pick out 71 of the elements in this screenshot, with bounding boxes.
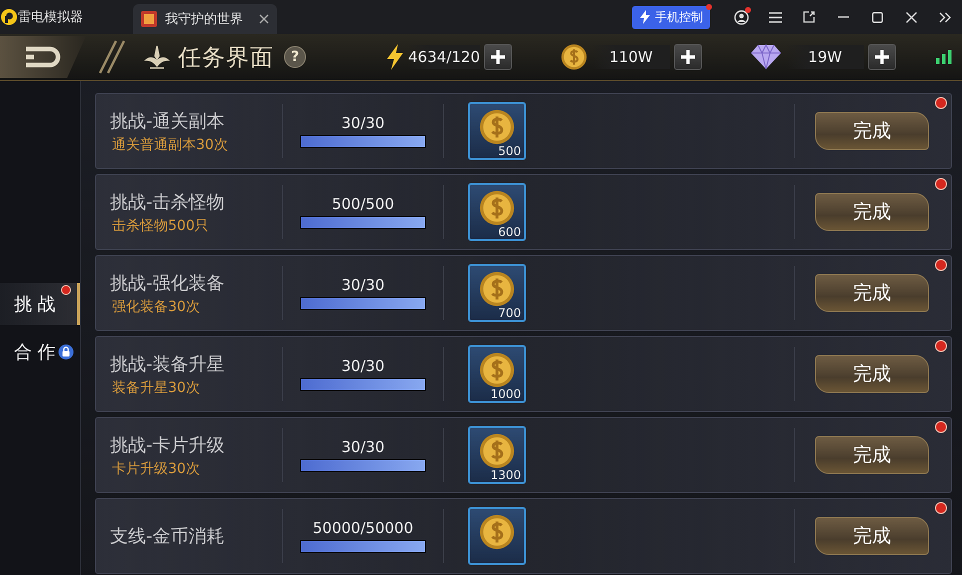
progress-text: 30/30 [341, 114, 385, 132]
help-button[interactable]: ? [284, 46, 306, 68]
signal-strength-icon [936, 50, 952, 64]
sidebar-tab[interactable]: 挑 战 [0, 283, 80, 325]
task-description: 击杀怪物500只 [111, 216, 210, 234]
coin-icon [478, 432, 516, 470]
account-icon[interactable] [734, 10, 748, 24]
close-icon[interactable] [259, 14, 269, 24]
diamond-icon [750, 44, 782, 70]
reward-slot[interactable] [468, 507, 526, 565]
reward-amount: 600 [498, 225, 521, 239]
lightning-icon [639, 10, 651, 24]
complete-button[interactable]: 完成 [815, 193, 929, 231]
add-energy-button[interactable] [484, 44, 512, 70]
coin-icon [478, 189, 516, 227]
lightning-icon [386, 44, 404, 70]
progress-text: 30/30 [341, 438, 385, 456]
task-description: 通关普通副本30次 [111, 136, 229, 154]
phone-control-button[interactable]: 手机控制 [632, 6, 710, 28]
task-title: 挑战-击杀怪物 [110, 190, 226, 214]
task-title: 挑战-强化装备 [110, 272, 226, 294]
reward-amount: 1000 [490, 387, 521, 401]
app-name: 雷电模拟器 [18, 9, 83, 26]
reward-slot[interactable]: 1000 [468, 345, 526, 403]
slash-ornament-icon [96, 39, 126, 75]
progress-text: 50000/50000 [312, 519, 414, 537]
game-thumbnail-icon [141, 11, 157, 27]
task-description: 装备升星30次 [111, 378, 201, 396]
coin-icon [478, 513, 516, 551]
minimize-icon[interactable] [838, 16, 848, 18]
energy-count: 4634/120 [408, 45, 480, 69]
reward-slot[interactable]: 600 [468, 183, 526, 241]
task-description: 强化装备30次 [111, 298, 201, 316]
window-mode-icon[interactable] [803, 11, 815, 23]
coin-icon [478, 351, 516, 389]
task-title: 支线-金币消耗 [110, 525, 226, 548]
menu-icon[interactable] [768, 12, 782, 22]
add-coins-button[interactable] [674, 44, 702, 70]
progress-text: 500/500 [332, 195, 394, 213]
progress-text: 30/30 [341, 357, 385, 375]
reward-amount: 1300 [490, 468, 521, 482]
task-title: 挑战-通关副本 [110, 110, 226, 132]
maximize-icon[interactable] [872, 12, 882, 22]
task-title: 挑战-卡片升级 [110, 434, 226, 456]
coin-icon [478, 108, 516, 146]
progress-text: 30/30 [341, 276, 385, 294]
page-title: 任务界面 [178, 44, 274, 72]
coin-icon [560, 43, 588, 71]
task-title: 挑战-装备升星 [110, 352, 226, 376]
back-button[interactable] [0, 36, 86, 78]
back-arrow-icon [23, 46, 63, 68]
complete-button[interactable]: 完成 [815, 274, 929, 312]
reward-slot[interactable]: 500 [468, 102, 526, 160]
reward-amount: 700 [498, 306, 521, 320]
complete-button[interactable]: 完成 [815, 112, 929, 150]
plus-icon [680, 49, 696, 65]
add-diamond-button[interactable] [868, 44, 896, 70]
complete-button[interactable]: 完成 [815, 517, 929, 555]
task-description: 卡片升级30次 [111, 460, 201, 478]
complete-button[interactable]: 完成 [815, 355, 929, 393]
plus-icon [874, 49, 890, 65]
expand-sidebar-icon[interactable] [939, 12, 951, 22]
coin-icon [478, 270, 516, 308]
sidebar-tab[interactable]: 合 作 [0, 331, 80, 373]
reward-slot[interactable]: 700 [468, 264, 526, 322]
fleur-emblem-icon [144, 44, 170, 70]
complete-button[interactable]: 完成 [815, 436, 929, 474]
reward-slot[interactable]: 1300 [468, 426, 526, 484]
game-tab[interactable]: 我守护的世界 [133, 4, 277, 34]
plus-icon [490, 49, 506, 65]
reward-amount: 500 [498, 144, 521, 158]
